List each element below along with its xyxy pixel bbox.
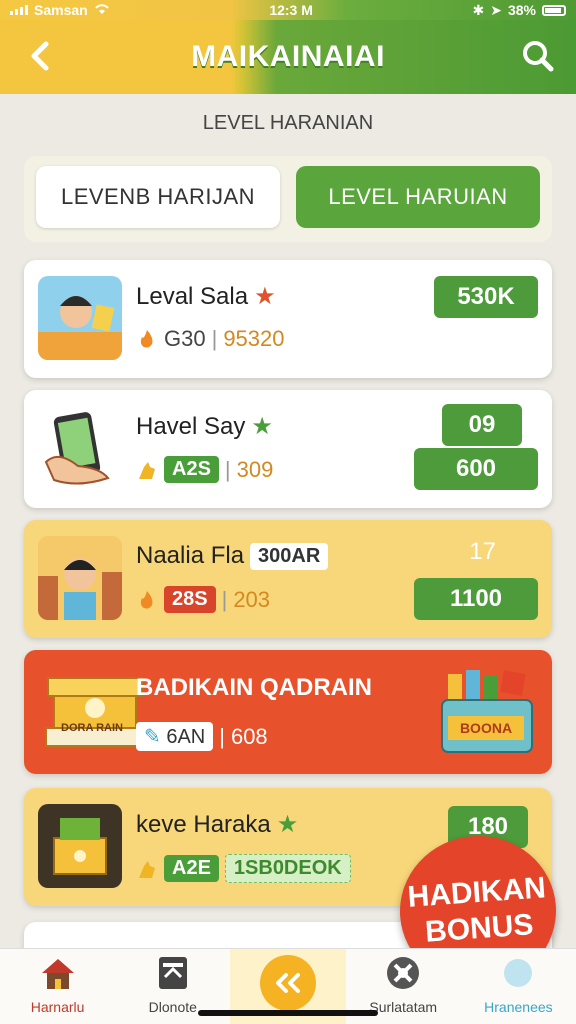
card-title: Havel Say xyxy=(136,412,246,440)
card-chip-2: 1SB0DEOK xyxy=(224,854,351,883)
phone-icon xyxy=(38,406,122,490)
card-chip: 28S xyxy=(164,586,216,613)
card-pill[interactable]: 600 xyxy=(414,448,538,490)
name-chip: 300AR xyxy=(250,542,329,570)
card-title: Naalia Fla xyxy=(136,542,245,569)
search-button[interactable] xyxy=(520,38,556,74)
carrier-label: Samsan xyxy=(34,2,88,18)
tab-level-harijan[interactable]: LEVENB HARIJAN xyxy=(36,166,280,228)
section-subtitle: LEVEL HARANIAN xyxy=(202,112,374,134)
card-chip: A2E xyxy=(164,855,219,882)
status-bar: Samsan 12:3 M ✱ ➤ 38% xyxy=(0,0,576,20)
gift-box-icon xyxy=(40,662,150,752)
signal-icon xyxy=(10,2,28,18)
card-name: Havel Say ★ xyxy=(136,412,273,441)
card-meta: ✎ 6AN | 608 xyxy=(136,722,268,751)
card-pill[interactable]: 530K xyxy=(434,276,538,318)
page-title: MAIKAINAIAI xyxy=(191,40,385,73)
flame-icon xyxy=(140,330,153,348)
card-meta-right: 203 xyxy=(233,586,271,612)
card-name: Leval Sala ★ xyxy=(136,282,276,311)
card-title: Leval Sala xyxy=(136,282,249,310)
card-meta: 28S | 203 xyxy=(136,586,270,613)
tab-level-haruian[interactable]: LEVEL HARUIAN xyxy=(296,166,540,228)
card-meta-right: 608 xyxy=(230,723,268,749)
separator: | xyxy=(211,326,218,351)
status-right: ✱ ➤ 38% xyxy=(472,1,566,19)
badge-left: DORA RAIN xyxy=(61,722,123,734)
card-top-value: 09 xyxy=(442,404,522,446)
tab-label: Surlatatam xyxy=(369,999,438,1015)
tab-label: Harnarlu xyxy=(30,999,85,1015)
tab-promotions[interactable]: Hranenees xyxy=(461,949,576,1024)
bluetooth-icon: ✱ xyxy=(472,1,485,18)
level-card-3[interactable]: Naalia Fla 300AR 28S | 203 17 1100 xyxy=(24,520,552,638)
tab-home[interactable]: Harnarlu xyxy=(0,949,115,1024)
star-icon: ★ xyxy=(276,811,299,838)
treasure-icon xyxy=(38,804,122,888)
card-top-value: 17 xyxy=(469,538,496,565)
thumb-icon xyxy=(139,461,155,479)
level-card-1[interactable]: Leval Sala ★ G30 | 95320 530K xyxy=(24,260,552,378)
avatar xyxy=(38,276,122,360)
card-chip-text: 6AN xyxy=(166,726,206,748)
wifi-icon xyxy=(94,2,110,18)
status-time: 12:3 M xyxy=(269,2,313,18)
card-name: keve Haraka ★ xyxy=(136,810,298,839)
level-card-2[interactable]: Havel Say ★ A2S | 309 09 600 xyxy=(24,390,552,508)
card-meta-value: G30 xyxy=(164,326,206,351)
tab-label: Hranenees xyxy=(484,999,553,1015)
card-pill[interactable]: 1100 xyxy=(414,578,538,620)
card-name: BADIKAIN QADRAIN xyxy=(136,674,372,702)
separator: | xyxy=(219,723,225,749)
card-meta: A2S | 309 xyxy=(136,456,273,483)
card-meta: G30 | 95320 xyxy=(136,326,285,352)
badge-right: BOONA xyxy=(448,716,524,740)
card-meta-right: 95320 xyxy=(223,326,285,351)
bonus-line-2: BONUS xyxy=(424,908,535,949)
star-icon: ★ xyxy=(251,413,273,440)
refresh-icon xyxy=(260,955,316,1011)
location-icon: ➤ xyxy=(490,1,502,18)
app-header: MAIKAINAIAI xyxy=(0,20,576,94)
pencil-icon: ✎ xyxy=(144,726,161,748)
card-chip: A2S xyxy=(164,456,219,483)
home-indicator xyxy=(198,1010,378,1016)
chevron-left-icon xyxy=(31,41,49,71)
search-icon xyxy=(523,41,554,72)
card-title: keve Haraka xyxy=(136,810,271,838)
tab-label: Dlonote xyxy=(148,999,197,1015)
avatar xyxy=(38,536,122,620)
level-tabs: LEVENB HARIJAN LEVEL HARUIAN xyxy=(24,156,552,242)
card-meta: A2E 1SB0DEOK xyxy=(136,854,351,883)
card-meta-right: 309 xyxy=(236,456,274,482)
gift-bag-icon xyxy=(438,666,538,758)
card-chip: ✎ 6AN xyxy=(136,722,214,751)
star-icon: ★ xyxy=(254,283,276,310)
home-icon xyxy=(41,959,74,989)
promo-icon xyxy=(504,959,533,987)
battery-percent: 38% xyxy=(507,2,536,18)
separator: | xyxy=(221,586,228,612)
card-title: BADIKAIN QADRAIN xyxy=(136,674,372,701)
document-icon xyxy=(158,957,187,989)
back-button[interactable] xyxy=(22,36,58,76)
battery-icon xyxy=(542,4,566,16)
separator: | xyxy=(224,456,231,482)
card-name: Naalia Fla 300AR xyxy=(136,542,329,570)
thumb-icon xyxy=(139,860,155,878)
status-left: Samsan xyxy=(10,2,110,18)
flame-icon xyxy=(140,590,153,609)
bonus-card[interactable]: BADIKAIN QADRAIN ✎ 6AN | 608 DORA RAIN B… xyxy=(24,650,552,774)
settings-icon xyxy=(387,957,420,989)
